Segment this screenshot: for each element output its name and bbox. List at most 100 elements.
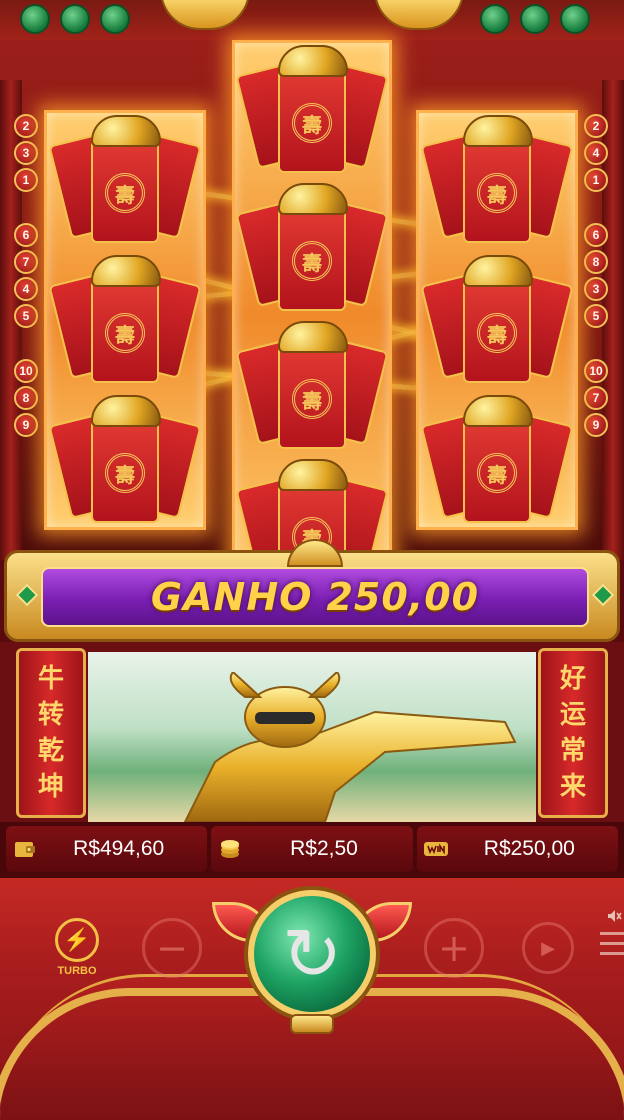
red-envelope-symbol: 壽 <box>420 395 574 525</box>
autoplay-button[interactable]: ▶ <box>522 922 574 974</box>
lightning-icon: ⚡ <box>55 918 99 962</box>
menu-bar <box>600 942 624 945</box>
couplet-char: 好 <box>559 664 586 694</box>
gold-coins <box>91 115 161 147</box>
win-banner: GANHO 250,00 <box>4 539 620 642</box>
gold-coins <box>278 459 348 491</box>
roof-tile <box>480 4 510 34</box>
reel-left: 壽壽壽 <box>44 110 206 530</box>
line-number-badge: 5 <box>584 304 608 328</box>
couplet-char: 来 <box>559 772 586 802</box>
red-envelope-symbol: 壽 <box>235 321 389 451</box>
slot-area: 2 3 1 6 7 4 5 10 8 9 2 4 1 6 8 3 5 10 7 … <box>0 40 624 590</box>
reel-right: 壽壽壽 <box>416 110 578 530</box>
spin-base <box>290 1014 334 1034</box>
couplet-char: 常 <box>559 736 586 766</box>
line-badges-left: 2 3 1 6 7 4 5 10 8 9 <box>14 114 40 468</box>
longevity-emblem: 壽 <box>292 103 332 143</box>
line-number-badge: 3 <box>584 277 608 301</box>
red-envelope-symbol: 壽 <box>48 395 202 525</box>
couplet-left: 牛 转 乾 坤 <box>16 648 86 818</box>
line-number-badge: 9 <box>14 413 38 437</box>
wallet-icon <box>12 837 38 861</box>
gold-coins <box>463 255 533 287</box>
coin-stack-icon <box>217 837 243 861</box>
longevity-emblem: 壽 <box>477 313 517 353</box>
line-number-badge: 1 <box>14 168 38 192</box>
golden-ox-mascot <box>183 672 517 822</box>
menu-bar <box>600 932 624 935</box>
line-number-badge: 4 <box>584 141 608 165</box>
banner-gem-right <box>591 583 615 607</box>
red-envelope-symbol: 壽 <box>48 115 202 245</box>
line-number-badge: 2 <box>14 114 38 138</box>
longevity-emblem: 壽 <box>292 379 332 419</box>
line-number-badge: 3 <box>14 141 38 165</box>
win-value: R$250,00 <box>483 837 575 860</box>
couplet-char: 坤 <box>37 772 64 802</box>
control-panel: ⚡ TURBO − ↻ + ▶ <box>0 878 624 1120</box>
spin-control: ↻ <box>212 890 412 1040</box>
turbo-label: TURBO <box>57 965 97 977</box>
roof-tile <box>560 4 590 34</box>
couplet-char: 牛 <box>37 664 64 694</box>
bet-display: R$2,50 <box>211 826 413 872</box>
line-number-badge: 4 <box>14 277 38 301</box>
line-badges-right: 2 4 1 6 8 3 5 10 7 9 <box>584 114 610 468</box>
decrease-bet-button[interactable]: − <box>142 918 202 978</box>
longevity-emblem: 壽 <box>105 173 145 213</box>
menu-bar <box>600 952 624 955</box>
line-number-badge: 8 <box>14 386 38 410</box>
line-number-badge: 9 <box>584 413 608 437</box>
line-number-badge: 6 <box>14 223 38 247</box>
couplet-char: 转 <box>37 700 64 730</box>
mute-icon[interactable] <box>606 908 622 928</box>
longevity-emblem: 壽 <box>105 313 145 353</box>
play-icon: ▶ <box>541 937 555 958</box>
red-envelope-symbol: 壽 <box>420 255 574 385</box>
red-envelope-symbol: 壽 <box>420 115 574 245</box>
spin-button[interactable]: ↻ <box>248 890 376 1018</box>
roof-horn-left <box>160 0 250 30</box>
gold-coins <box>278 183 348 215</box>
reel-center: 壽壽壽壽 <box>232 40 392 590</box>
longevity-emblem: 壽 <box>105 453 145 493</box>
plus-icon: + <box>438 926 470 970</box>
line-number-badge: 2 <box>584 114 608 138</box>
stats-bar: R$494,60 R$2,50 R$250,00 <box>0 822 624 878</box>
ox-scene: 牛 转 乾 坤 好 运 常 来 <box>0 642 624 822</box>
win-icon <box>423 837 449 861</box>
gold-coins <box>463 395 533 427</box>
line-number-badge: 6 <box>584 223 608 247</box>
gold-coins <box>91 255 161 287</box>
roof-tile <box>60 4 90 34</box>
gold-coins <box>278 45 348 77</box>
line-number-badge: 10 <box>14 359 38 383</box>
win-label: GANHO <box>150 575 313 619</box>
balance-value: R$494,60 <box>73 837 165 860</box>
minus-icon: − <box>156 926 188 970</box>
red-envelope-symbol: 壽 <box>235 183 389 313</box>
menu-button[interactable] <box>600 932 624 962</box>
couplet-char: 乾 <box>37 736 64 766</box>
line-number-badge: 8 <box>584 250 608 274</box>
increase-bet-button[interactable]: + <box>424 918 484 978</box>
longevity-emblem: 壽 <box>477 173 517 213</box>
line-number-badge: 7 <box>14 250 38 274</box>
win-display-bar: R$250,00 <box>416 826 618 872</box>
line-number-badge: 10 <box>584 359 608 383</box>
banner-gem-left <box>15 583 39 607</box>
line-number-badge: 1 <box>584 168 608 192</box>
gold-coins <box>278 321 348 353</box>
bet-value: R$2,50 <box>290 837 358 860</box>
longevity-emblem: 壽 <box>477 453 517 493</box>
red-envelope-symbol: 壽 <box>48 255 202 385</box>
roof-tile <box>100 4 130 34</box>
longevity-emblem: 壽 <box>292 241 332 281</box>
spin-arrows-icon: ↻ <box>281 912 343 996</box>
couplet-char: 运 <box>559 700 586 730</box>
win-display: GANHO 250,00 <box>41 567 589 627</box>
turbo-button[interactable]: ⚡ TURBO <box>50 918 104 978</box>
roof-tile <box>520 4 550 34</box>
line-number-badge: 5 <box>14 304 38 328</box>
